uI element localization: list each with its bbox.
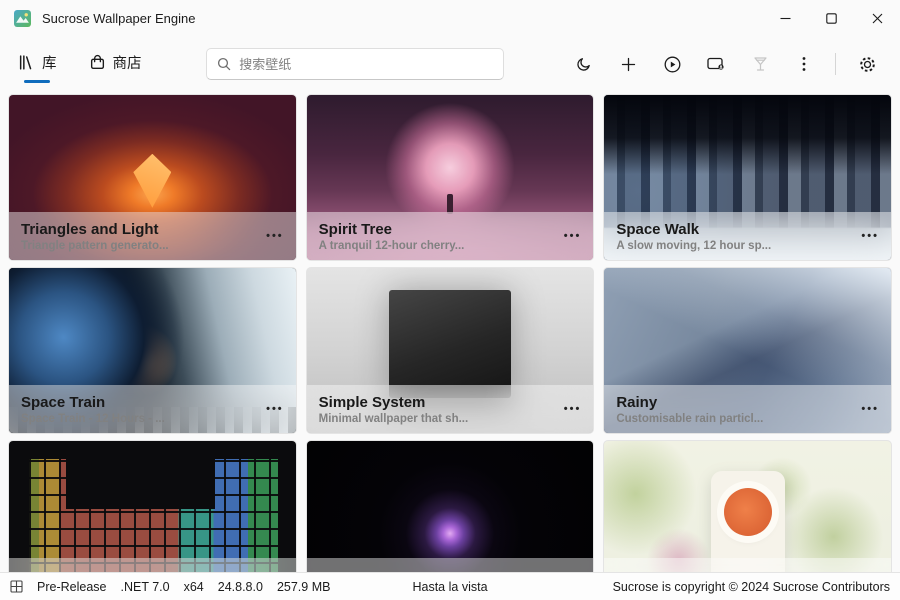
search-box[interactable] bbox=[206, 48, 504, 80]
screen-share-icon bbox=[707, 56, 725, 72]
wallpaper-description: Customisable rain particl... bbox=[616, 413, 853, 425]
wallpaper-info-bar: Triangles and Light Triangle pattern gen… bbox=[9, 212, 296, 260]
status-architecture: x64 bbox=[184, 580, 204, 594]
maximize-icon bbox=[826, 13, 837, 24]
wallpaper-info-bar: Spirit Tree A tranquil 12-hour cherry...… bbox=[307, 212, 594, 260]
wallpaper-card-spirit-tree[interactable]: Spirit Tree A tranquil 12-hour cherry...… bbox=[306, 94, 595, 261]
tab-library-label: 库 bbox=[42, 52, 57, 73]
add-wallpaper-button[interactable] bbox=[611, 48, 645, 80]
toolbar bbox=[567, 48, 884, 80]
wallpaper-more-button[interactable]: ••• bbox=[556, 403, 582, 415]
wallpaper-card-neomorphic-music-player[interactable]: Neomorphic Music Pla ••• bbox=[603, 440, 892, 572]
wallpaper-card-triangles-and-light[interactable]: Triangles and Light Triangle pattern gen… bbox=[8, 94, 297, 261]
wallpaper-more-button[interactable]: ••• bbox=[258, 230, 284, 242]
wallpaper-description: Triangle pattern generato... bbox=[21, 240, 258, 252]
drink-icon bbox=[753, 56, 768, 72]
donate-button[interactable] bbox=[743, 48, 777, 80]
wallpaper-card-particulate-medusae[interactable]: Particulate Medusae ••• bbox=[306, 440, 595, 572]
settings-gear-icon bbox=[859, 56, 876, 73]
command-bar: 库 商店 bbox=[0, 36, 900, 92]
status-app-version: 24.8.8.0 bbox=[218, 580, 263, 594]
status-copyright: Sucrose is copyright © 2024 Sucrose Cont… bbox=[613, 580, 890, 594]
wallpaper-more-button[interactable]: ••• bbox=[853, 230, 879, 242]
play-button[interactable] bbox=[655, 48, 689, 80]
status-message: Hasta la vista bbox=[412, 580, 487, 594]
settings-button[interactable] bbox=[850, 48, 884, 80]
minimize-button[interactable] bbox=[762, 0, 808, 36]
wallpaper-info-bar: Periodic Table ••• bbox=[9, 558, 296, 572]
wallpaper-title: Space Train bbox=[21, 393, 258, 413]
wallpaper-description: Space Train - 12 Hours - ... bbox=[21, 413, 258, 425]
theme-toggle-button[interactable] bbox=[567, 48, 601, 80]
wallpaper-card-periodic-table[interactable]: Periodic Table ••• bbox=[8, 440, 297, 572]
wallpaper-info-bar: Rainy Customisable rain particl... ••• bbox=[604, 385, 891, 433]
wallpaper-more-button[interactable]: ••• bbox=[853, 403, 879, 415]
wallpaper-info-bar: Particulate Medusae ••• bbox=[307, 558, 594, 572]
wallpaper-more-button[interactable]: ••• bbox=[556, 230, 582, 242]
status-dotnet-version: .NET 7.0 bbox=[120, 580, 169, 594]
wallpaper-title: Simple System bbox=[319, 393, 556, 413]
wallpaper-title: Triangles and Light bbox=[21, 220, 258, 240]
maximize-button[interactable] bbox=[808, 0, 854, 36]
moon-icon bbox=[576, 56, 592, 72]
active-tab-indicator bbox=[24, 80, 50, 83]
play-icon bbox=[664, 56, 681, 73]
app-icon bbox=[14, 10, 31, 27]
wallpaper-description: A slow moving, 12 hour sp... bbox=[616, 240, 853, 252]
tab-store-label: 商店 bbox=[113, 52, 142, 73]
wallpaper-card-simple-system[interactable]: Simple System Minimal wallpaper that sh.… bbox=[306, 267, 595, 434]
plus-icon bbox=[621, 57, 636, 72]
close-icon bbox=[872, 13, 883, 24]
titlebar: Sucrose Wallpaper Engine bbox=[0, 0, 900, 36]
wallpaper-info-bar: Neomorphic Music Pla ••• bbox=[604, 558, 891, 572]
search-input[interactable] bbox=[239, 57, 493, 72]
search-area bbox=[144, 48, 568, 80]
screen-select-button[interactable] bbox=[699, 48, 733, 80]
tab-store[interactable]: 商店 bbox=[87, 46, 144, 83]
wallpaper-info-bar: Space Train Space Train - 12 Hours - ...… bbox=[9, 385, 296, 433]
status-bar: Pre-Release .NET 7.0 x64 24.8.8.0 257.9 … bbox=[0, 572, 900, 600]
wallpaper-description: Minimal wallpaper that sh... bbox=[319, 413, 556, 425]
wallpaper-grid: Triangles and Light Triangle pattern gen… bbox=[0, 92, 900, 572]
window-title: Sucrose Wallpaper Engine bbox=[42, 11, 195, 26]
wallpaper-title: Rainy bbox=[616, 393, 853, 413]
close-button[interactable] bbox=[854, 0, 900, 36]
wallpaper-info-bar: Simple System Minimal wallpaper that sh.… bbox=[307, 385, 594, 433]
wallpaper-more-button[interactable]: ••• bbox=[258, 403, 284, 415]
wallpaper-info-bar: Space Walk A slow moving, 12 hour sp... … bbox=[604, 212, 891, 260]
wallpaper-thumbnail bbox=[307, 441, 594, 572]
minimize-icon bbox=[780, 13, 791, 24]
toolbar-divider bbox=[835, 53, 836, 75]
wallpaper-thumbnail bbox=[9, 441, 296, 572]
status-release-channel: Pre-Release bbox=[37, 580, 106, 594]
library-icon bbox=[18, 54, 35, 71]
status-left: Pre-Release .NET 7.0 x64 24.8.8.0 257.9 … bbox=[10, 580, 330, 594]
grid-icon bbox=[10, 580, 23, 593]
search-icon bbox=[217, 57, 231, 71]
wallpaper-title: Space Walk bbox=[616, 220, 853, 240]
wallpaper-card-space-train[interactable]: Space Train Space Train - 12 Hours - ...… bbox=[8, 267, 297, 434]
wallpaper-title: Spirit Tree bbox=[319, 220, 556, 240]
store-icon bbox=[89, 54, 106, 71]
wallpaper-card-rainy[interactable]: Rainy Customisable rain particl... ••• bbox=[603, 267, 892, 434]
more-vertical-icon bbox=[802, 56, 806, 72]
wallpaper-card-space-walk[interactable]: Space Walk A slow moving, 12 hour sp... … bbox=[603, 94, 892, 261]
more-options-button[interactable] bbox=[787, 48, 821, 80]
wallpaper-thumbnail bbox=[604, 441, 891, 572]
status-memory-usage: 257.9 MB bbox=[277, 580, 331, 594]
wallpaper-description: A tranquil 12-hour cherry... bbox=[319, 240, 556, 252]
nav-tabs: 库 商店 bbox=[16, 46, 144, 83]
tab-library[interactable]: 库 bbox=[16, 46, 59, 83]
